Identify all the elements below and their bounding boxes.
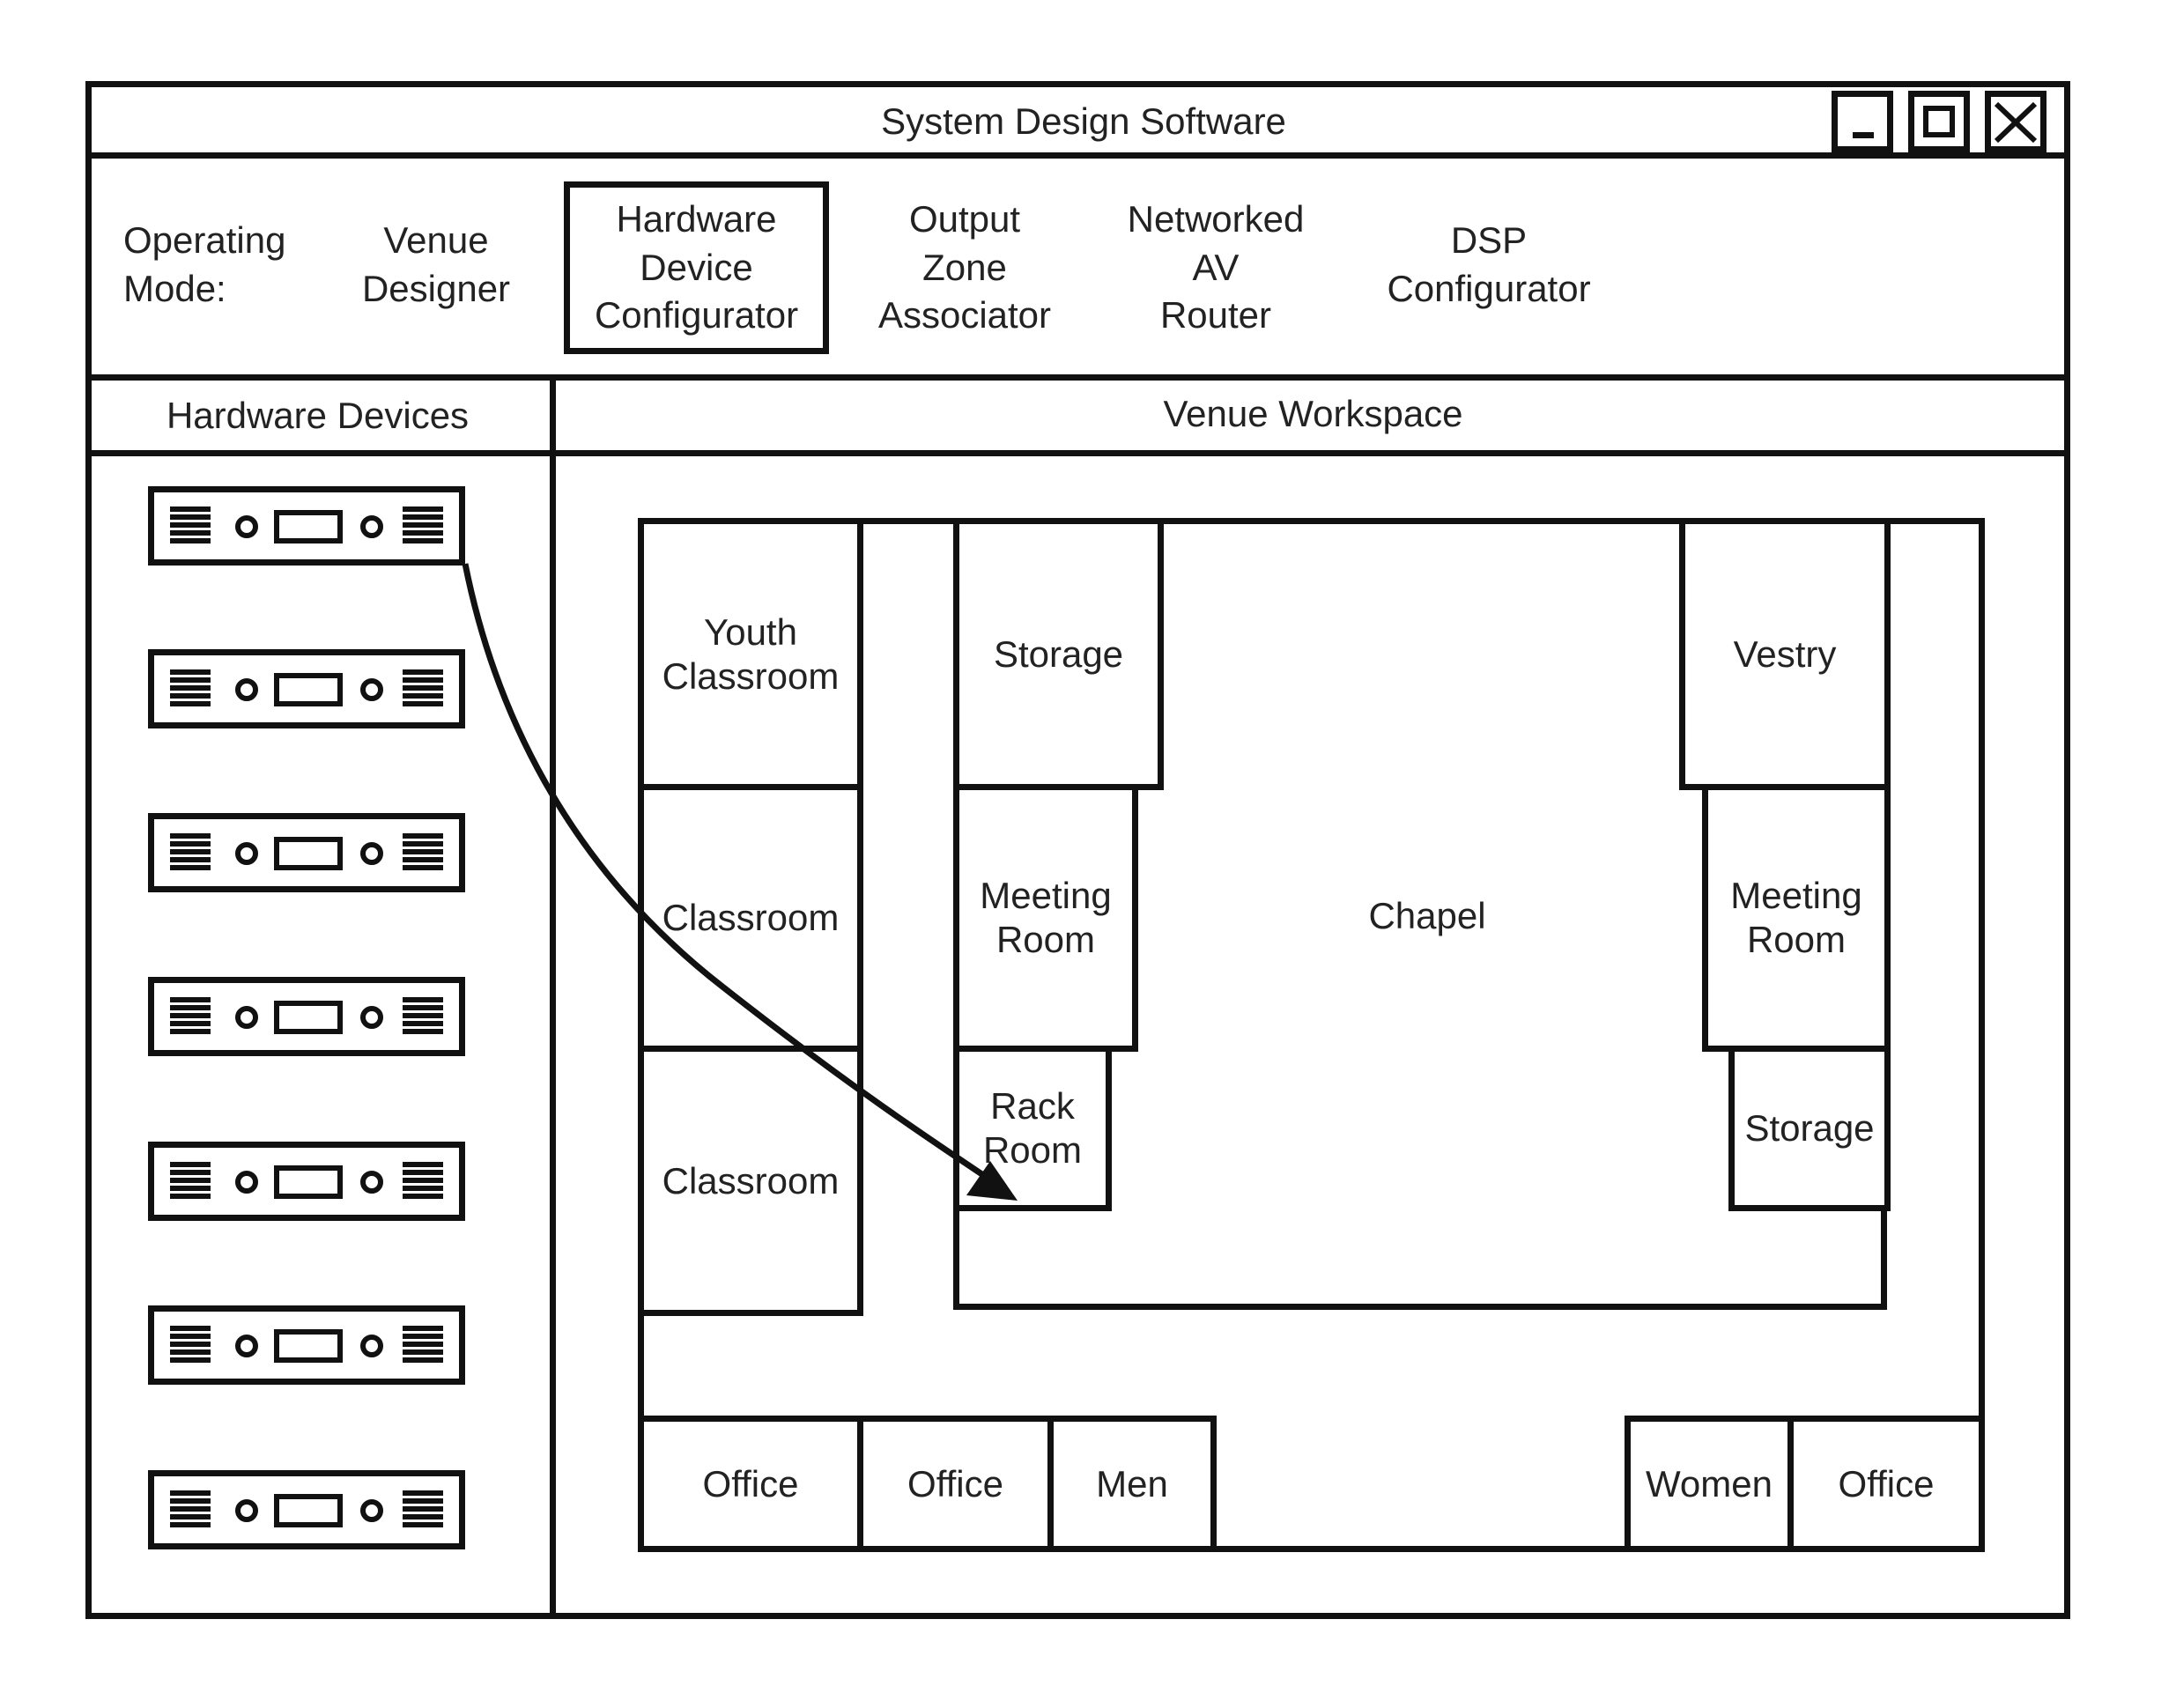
room-rack-room[interactable]: Rack Room — [953, 1046, 1112, 1211]
room-label: Office — [1838, 1462, 1935, 1505]
room-women[interactable]: Women — [1625, 1416, 1794, 1552]
vent-icon — [403, 833, 443, 872]
knob-icon — [235, 1006, 258, 1029]
room-office-2[interactable]: Office — [857, 1416, 1054, 1552]
vent-icon — [170, 1162, 211, 1201]
room-label: Youth Classroom — [662, 610, 840, 697]
room-storage-right[interactable]: Storage — [1728, 1046, 1891, 1211]
knob-icon — [235, 515, 258, 538]
vent-icon — [170, 833, 211, 872]
knob-icon — [360, 515, 383, 538]
panel-header-divider — [85, 450, 2070, 456]
room-vestry[interactable]: Vestry — [1679, 518, 1891, 790]
operating-mode-label: Operating Mode: — [123, 219, 286, 309]
hardware-device-2[interactable] — [148, 649, 465, 728]
room-men[interactable]: Men — [1047, 1416, 1217, 1552]
knob-icon — [360, 842, 383, 865]
mode-bar-divider — [85, 374, 2070, 381]
vent-icon — [403, 669, 443, 708]
knob-icon — [235, 678, 258, 701]
room-office-1[interactable]: Office — [638, 1416, 863, 1552]
knob-icon — [235, 842, 258, 865]
room-chapel[interactable]: Chapel — [1154, 793, 1700, 1039]
room-label: Chapel — [1368, 895, 1486, 937]
vent-icon — [403, 506, 443, 545]
hardware-device-4[interactable] — [148, 977, 465, 1056]
room-youth-classroom[interactable]: Youth Classroom — [638, 518, 863, 790]
room-label: Storage — [1744, 1107, 1875, 1150]
vent-icon — [403, 1326, 443, 1364]
mode-dsp-configurator[interactable]: DSP Configurator — [1357, 217, 1621, 313]
hardware-device-3[interactable] — [148, 813, 465, 892]
room-label: Classroom — [662, 1159, 840, 1202]
knob-icon — [235, 1499, 258, 1522]
venue-workspace-title: Venue Workspace — [1163, 393, 1463, 434]
hardware-device-6[interactable] — [148, 1305, 465, 1385]
display-icon — [274, 1165, 343, 1199]
knob-icon — [235, 1335, 258, 1357]
room-meeting-room-left[interactable]: Meeting Room — [953, 784, 1138, 1052]
vent-icon — [403, 997, 443, 1036]
maximize-icon — [1923, 106, 1955, 137]
mode-networked-av-router[interactable]: Networked AV Router — [1101, 196, 1330, 340]
knob-icon — [360, 1171, 383, 1194]
knob-icon — [360, 1006, 383, 1029]
display-icon — [274, 510, 343, 543]
room-classroom-1[interactable]: Classroom — [638, 784, 863, 1052]
mode-venue-designer[interactable]: Venue Designer — [344, 217, 529, 313]
hardware-device-1[interactable] — [148, 486, 465, 566]
hardware-devices-title: Hardware Devices — [166, 395, 470, 436]
vent-icon — [170, 1326, 211, 1364]
room-label: Women — [1646, 1462, 1773, 1505]
mode-hardware-device-configurator[interactable]: Hardware Device Configurator — [564, 196, 829, 340]
vent-icon — [170, 1490, 211, 1529]
minimize-icon — [1853, 132, 1874, 138]
room-label: Meeting Room — [980, 875, 1112, 960]
display-icon — [274, 1001, 343, 1034]
vent-icon — [403, 1490, 443, 1529]
knob-icon — [360, 1335, 383, 1357]
room-label: Office — [702, 1462, 799, 1505]
vent-icon — [170, 997, 211, 1036]
room-office-3[interactable]: Office — [1787, 1416, 1985, 1552]
title-bar-divider — [85, 152, 2070, 159]
vent-icon — [170, 669, 211, 708]
close-icon — [1994, 101, 2038, 144]
room-label: Men — [1096, 1462, 1168, 1505]
room-label: Rack Room — [982, 1085, 1083, 1171]
close-button[interactable] — [1985, 91, 2046, 152]
room-storage-left[interactable]: Storage — [953, 518, 1164, 790]
display-icon — [274, 673, 343, 706]
window-title: System Design Software — [881, 100, 1286, 142]
room-label: Meeting Room — [1730, 875, 1862, 960]
knob-icon — [235, 1171, 258, 1194]
display-icon — [274, 837, 343, 870]
room-label: Storage — [993, 632, 1124, 675]
mode-output-zone-associator[interactable]: Output Zone Associator — [855, 196, 1075, 340]
knob-icon — [360, 678, 383, 701]
room-classroom-2[interactable]: Classroom — [638, 1046, 863, 1316]
display-icon — [274, 1494, 343, 1527]
sidebar-divider — [550, 374, 556, 1619]
vent-icon — [403, 1162, 443, 1201]
minimize-button[interactable] — [1832, 91, 1893, 152]
room-label: Office — [907, 1462, 1003, 1505]
room-meeting-room-right[interactable]: Meeting Room — [1702, 784, 1891, 1052]
hardware-device-5[interactable] — [148, 1142, 465, 1221]
maximize-button[interactable] — [1908, 91, 1970, 152]
room-label: Classroom — [662, 897, 840, 939]
room-label: Vestry — [1733, 632, 1837, 675]
vent-icon — [170, 506, 211, 545]
knob-icon — [360, 1499, 383, 1522]
display-icon — [274, 1329, 343, 1363]
hardware-device-7[interactable] — [148, 1470, 465, 1549]
